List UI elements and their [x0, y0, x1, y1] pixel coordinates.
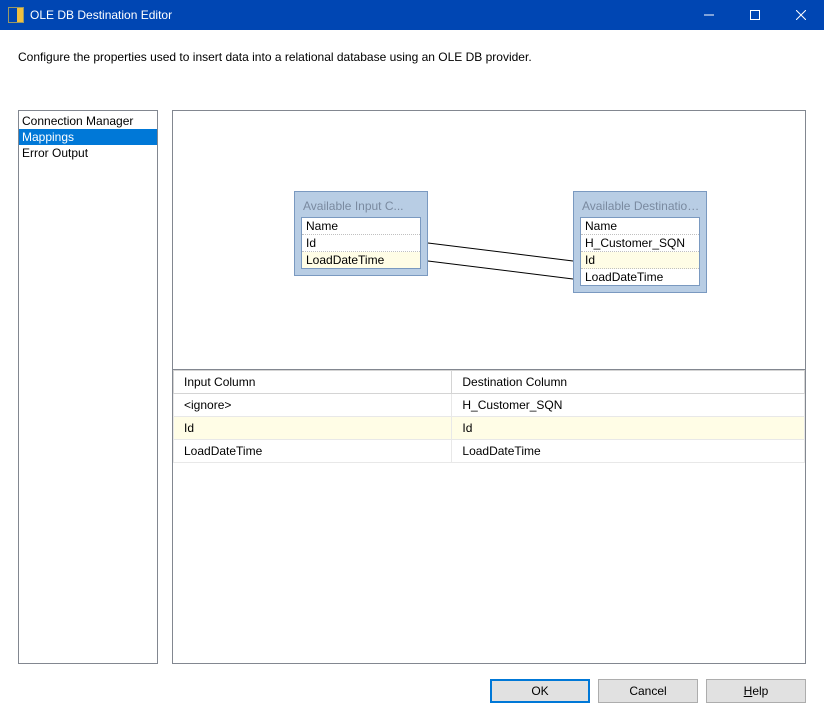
cell-input[interactable]: <ignore>: [174, 394, 452, 417]
available-input-columns-box[interactable]: Available Input C... NameIdLoadDateTime: [294, 191, 428, 276]
window-title: OLE DB Destination Editor: [30, 8, 686, 22]
minimize-button[interactable]: [686, 0, 732, 30]
maximize-button[interactable]: [732, 0, 778, 30]
close-button[interactable]: [778, 0, 824, 30]
col-input-header[interactable]: Input Column: [174, 371, 452, 394]
box-title: Available Destination...: [582, 199, 700, 213]
table-row[interactable]: LoadDateTimeLoadDateTime: [174, 440, 805, 463]
column-item[interactable]: H_Customer_SQN: [581, 235, 699, 252]
cancel-label: Cancel: [629, 684, 666, 698]
help-button[interactable]: Help: [706, 679, 806, 703]
client-area: Configure the properties used to insert …: [0, 30, 824, 718]
cancel-button[interactable]: Cancel: [598, 679, 698, 703]
cell-input[interactable]: LoadDateTime: [174, 440, 452, 463]
column-item[interactable]: Name: [581, 218, 699, 235]
title-bar: OLE DB Destination Editor: [0, 0, 824, 30]
table-row[interactable]: IdId: [174, 417, 805, 440]
app-icon: [8, 7, 24, 23]
column-item[interactable]: LoadDateTime: [302, 252, 420, 268]
box-list: NameIdLoadDateTime: [301, 217, 421, 269]
mapping-table[interactable]: Input Column Destination Column <ignore>…: [173, 370, 805, 463]
col-destination-header[interactable]: Destination Column: [452, 371, 805, 394]
ok-button[interactable]: OK: [490, 679, 590, 703]
nav-item-mappings[interactable]: Mappings: [19, 129, 157, 145]
column-item[interactable]: Name: [302, 218, 420, 235]
nav-item-connection-manager[interactable]: Connection Manager: [19, 113, 157, 129]
dialog-footer: OK Cancel Help: [18, 664, 806, 718]
cell-destination[interactable]: LoadDateTime: [452, 440, 805, 463]
help-accel: H: [744, 684, 753, 698]
table-row[interactable]: <ignore>H_Customer_SQN: [174, 394, 805, 417]
mapping-wires: [173, 111, 805, 369]
box-list: NameH_Customer_SQNIdLoadDateTime: [580, 217, 700, 286]
cell-destination[interactable]: Id: [452, 417, 805, 440]
instruction-text: Configure the properties used to insert …: [18, 50, 806, 64]
nav-panel: Connection ManagerMappingsError Output: [18, 110, 158, 664]
ok-label: OK: [531, 684, 548, 698]
column-item[interactable]: Id: [302, 235, 420, 252]
box-title: Available Input C...: [303, 199, 421, 213]
help-rest: elp: [752, 684, 768, 698]
main-row: Connection ManagerMappingsError Output A…: [18, 110, 806, 664]
cell-destination[interactable]: H_Customer_SQN: [452, 394, 805, 417]
cell-input[interactable]: Id: [174, 417, 452, 440]
column-item[interactable]: LoadDateTime: [581, 269, 699, 285]
right-panel: Available Input C... NameIdLoadDateTime …: [172, 110, 806, 664]
mapping-table-wrap: Input Column Destination Column <ignore>…: [173, 369, 805, 663]
nav-item-error-output[interactable]: Error Output: [19, 145, 157, 161]
column-item[interactable]: Id: [581, 252, 699, 269]
available-destination-columns-box[interactable]: Available Destination... NameH_Customer_…: [573, 191, 707, 293]
mapping-canvas: Available Input C... NameIdLoadDateTime …: [173, 111, 805, 369]
